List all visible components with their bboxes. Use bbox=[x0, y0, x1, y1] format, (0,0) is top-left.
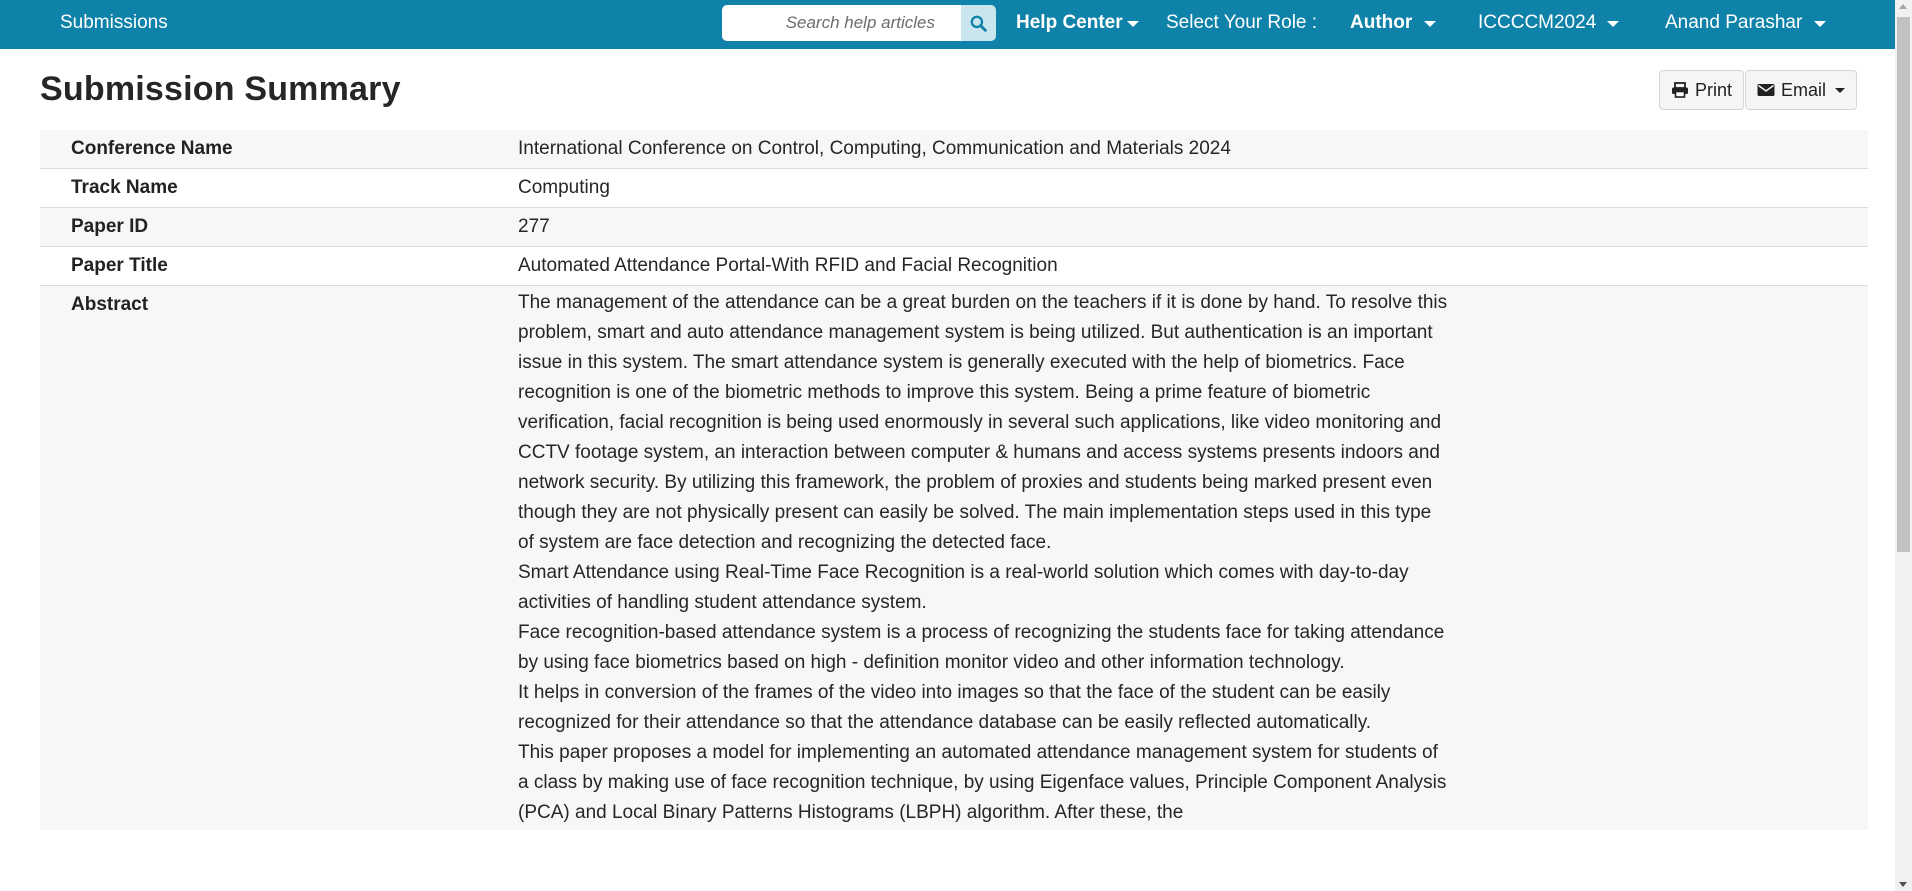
table-row: Paper Title Automated Attendance Portal-… bbox=[40, 246, 1868, 285]
help-center-label: Help Center bbox=[1016, 12, 1123, 33]
role-dropdown[interactable]: Author bbox=[1350, 12, 1437, 34]
abstract-paragraph: It helps in conversion of the frames of … bbox=[518, 682, 1391, 733]
row-label: Paper ID bbox=[71, 216, 149, 237]
user-name: Anand Parashar bbox=[1665, 12, 1803, 33]
submissions-link[interactable]: Submissions bbox=[60, 12, 168, 34]
email-label: Email bbox=[1781, 79, 1827, 100]
abstract-paragraph: Smart Attendance using Real-Time Face Re… bbox=[518, 562, 1409, 613]
email-dropdown-button[interactable]: Email bbox=[1745, 70, 1858, 110]
vertical-scrollbar[interactable] bbox=[1895, 0, 1912, 891]
abstract-text: The management of the attendance can be … bbox=[518, 286, 1448, 830]
role-value: Author bbox=[1350, 12, 1413, 33]
row-label: Paper Title bbox=[71, 255, 168, 276]
top-navbar: Submissions Help Center Select Your Role… bbox=[0, 0, 1895, 49]
abstract-row: Abstract The management of the attendanc… bbox=[40, 285, 1868, 830]
abstract-label: Abstract bbox=[71, 294, 149, 315]
print-icon bbox=[1672, 82, 1688, 98]
print-button[interactable]: Print bbox=[1659, 70, 1745, 110]
print-label: Print bbox=[1695, 79, 1733, 100]
abstract-paragraph: Face recognition-based attendance system… bbox=[518, 622, 1445, 673]
chevron-down-icon bbox=[1607, 21, 1620, 27]
chevron-down-icon bbox=[1835, 87, 1846, 93]
help-center-dropdown[interactable]: Help Center bbox=[1016, 12, 1139, 34]
scroll-down-arrow-icon[interactable] bbox=[1899, 882, 1907, 887]
table-row: Conference Name International Conference… bbox=[40, 130, 1868, 168]
user-dropdown[interactable]: Anand Parashar bbox=[1665, 12, 1827, 34]
abstract-paragraph: This paper proposes a model for implemen… bbox=[518, 742, 1447, 823]
row-value: Computing bbox=[518, 177, 610, 198]
row-value: 277 bbox=[518, 216, 550, 237]
conference-label: ICCCCM2024 bbox=[1478, 12, 1597, 33]
scroll-up-arrow-icon[interactable] bbox=[1899, 4, 1907, 9]
abstract-paragraph: The management of the attendance can be … bbox=[518, 292, 1448, 553]
table-row: Paper ID 277 bbox=[40, 207, 1868, 246]
row-value: International Conference on Control, Com… bbox=[518, 138, 1231, 159]
search-icon bbox=[970, 15, 987, 32]
row-label: Conference Name bbox=[71, 138, 233, 159]
page-title: Submission Summary bbox=[40, 70, 401, 108]
chevron-down-icon bbox=[1424, 21, 1437, 27]
table-row: Track Name Computing bbox=[40, 168, 1868, 207]
search-button[interactable] bbox=[961, 5, 996, 41]
row-label: Track Name bbox=[71, 177, 178, 198]
scrollbar-thumb[interactable] bbox=[1897, 17, 1910, 552]
submission-summary-table: Conference Name International Conference… bbox=[40, 130, 1868, 830]
role-label: Select Your Role : bbox=[1166, 12, 1318, 33]
conference-dropdown[interactable]: ICCCCM2024 bbox=[1478, 12, 1620, 34]
chevron-down-icon bbox=[1814, 21, 1827, 27]
chevron-down-icon bbox=[1126, 21, 1139, 27]
help-search bbox=[722, 5, 996, 41]
envelope-icon bbox=[1757, 84, 1775, 96]
row-value: Automated Attendance Portal-With RFID an… bbox=[518, 255, 1058, 276]
search-input[interactable] bbox=[722, 5, 961, 41]
